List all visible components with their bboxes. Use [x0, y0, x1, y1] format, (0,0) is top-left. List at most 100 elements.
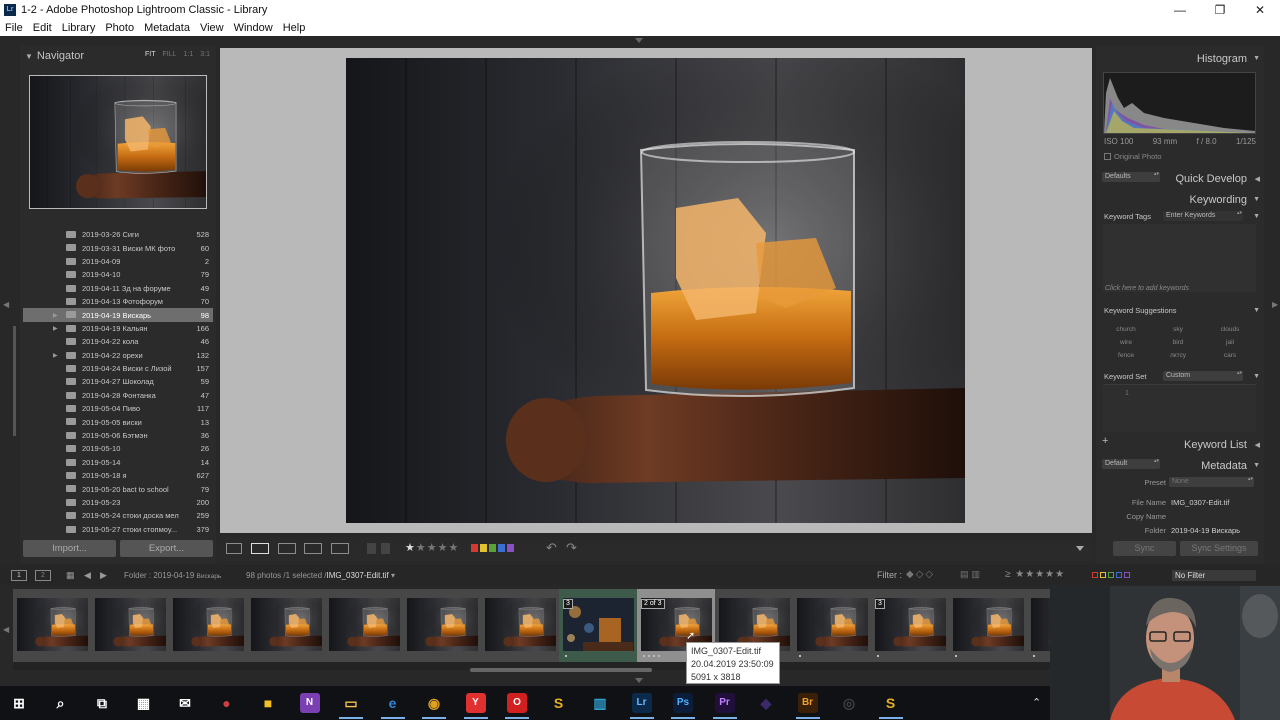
keyword-tags-triangle-icon[interactable]: ▼ — [1253, 213, 1260, 220]
taskbar-task-view-icon[interactable]: ⧉ — [92, 693, 112, 713]
keyword-suggestion[interactable]: bird — [1153, 339, 1203, 346]
taskbar-onenote-icon[interactable]: N — [299, 693, 320, 713]
collapse-triangle-icon[interactable]: ▼ — [1253, 462, 1260, 469]
folder-row[interactable]: 2019-05-20 bact to school 79 — [23, 482, 213, 495]
zoom-fit[interactable]: FIT — [145, 51, 156, 58]
filmstrip-scrollbar[interactable] — [470, 668, 652, 672]
star-rest-icon[interactable]: ★★★★ — [416, 542, 459, 554]
filmstrip-thumbnail[interactable] — [481, 589, 559, 662]
grid-icon[interactable]: ▦ — [66, 570, 75, 581]
collapse-triangle-icon[interactable]: ▼ — [1253, 55, 1260, 62]
folder-row[interactable]: 2019-05-23 200 — [23, 496, 213, 509]
folder-path[interactable]: Folder : 2019-04-19 Вискарь — [124, 571, 221, 580]
keyword-set-triangle-icon[interactable]: ▼ — [1253, 373, 1260, 380]
sync-button[interactable]: Sync — [1113, 541, 1176, 556]
folder-row[interactable]: 2019-04-09 2 — [23, 255, 213, 268]
right-panel-toggle-icon[interactable]: ▶ — [1272, 300, 1278, 309]
keyword-suggestion[interactable]: cars — [1205, 352, 1255, 359]
secondary-window-button[interactable]: 2 — [35, 570, 51, 581]
preset-select[interactable]: None — [1169, 477, 1254, 487]
stack-badge[interactable]: 2 of 3 — [641, 599, 665, 609]
color-filter[interactable] — [1092, 572, 1130, 578]
taskbar-sticky-notes-icon[interactable]: ■ — [258, 693, 278, 713]
color-label-swatch[interactable] — [489, 544, 496, 552]
menu-view[interactable]: View — [200, 22, 224, 34]
export-button[interactable]: Export... — [120, 540, 213, 557]
folder-row[interactable]: 2019-04-13 Фотофорум 70 — [23, 295, 213, 308]
left-panel-toggle-icon[interactable]: ◀ — [3, 300, 9, 309]
collapse-triangle-icon[interactable]: ▼ — [1253, 196, 1260, 203]
color-label-swatch[interactable] — [471, 544, 478, 552]
color-filter-swatch[interactable] — [1108, 572, 1114, 578]
keyword-suggestion[interactable]: church — [1101, 326, 1151, 333]
toolbar-content-dropdown-icon[interactable] — [1076, 546, 1084, 551]
folder-row[interactable]: 2019-04-27 Шоколад 59 — [23, 375, 213, 388]
compare-view-icon[interactable] — [278, 543, 296, 554]
taskbar-app-s2-icon[interactable]: S — [881, 693, 901, 713]
people-view-icon[interactable] — [331, 543, 349, 554]
histogram-header[interactable]: Histogram ▼ — [1096, 49, 1264, 69]
expand-triangle-icon[interactable]: ◀ — [1255, 175, 1260, 183]
taskbar-app-s-icon[interactable]: S — [549, 693, 569, 713]
taskbar-bridge-icon[interactable]: Br — [797, 693, 818, 713]
flag-pick-icon[interactable] — [367, 543, 376, 554]
keyword-suggestion[interactable]: wire — [1101, 339, 1151, 346]
primary-window-button[interactable]: 1 — [11, 570, 27, 581]
main-photo[interactable] — [346, 58, 965, 523]
folder-row[interactable]: 2019-04-24 Виски с Лизой 157 — [23, 362, 213, 375]
flag-filter-icons[interactable]: ◆◇◇ — [906, 569, 935, 580]
keyword-set-grid[interactable]: 1 — [1103, 384, 1256, 432]
top-panel-toggle-icon[interactable] — [635, 38, 643, 43]
keyword-list-header[interactable]: Keyword List ◀ — [1096, 435, 1264, 455]
color-label-swatch[interactable] — [498, 544, 505, 552]
taskbar-calendar-icon[interactable]: ▦ — [134, 693, 154, 713]
maximize-button[interactable]: ❐ — [1200, 0, 1240, 20]
filmstrip-thumbnail[interactable]: 3 — [871, 589, 949, 662]
filmstrip-thumbnail[interactable] — [793, 589, 871, 662]
taskbar-app-chart-icon[interactable]: ▥ — [590, 693, 610, 713]
color-label-swatch[interactable] — [480, 544, 487, 552]
loupe-view-icon[interactable] — [251, 543, 269, 554]
taskbar-mail-icon[interactable]: ✉ — [175, 693, 195, 713]
menu-window[interactable]: Window — [234, 22, 273, 34]
keyword-suggestion[interactable]: sky — [1153, 326, 1203, 333]
back-arrow-icon[interactable]: ◀ — [84, 570, 91, 581]
keyword-suggestion[interactable]: jail — [1205, 339, 1255, 346]
close-button[interactable]: ✕ — [1240, 0, 1280, 20]
original-photo-toggle[interactable]: Original Photo — [1104, 152, 1162, 161]
quick-develop-header[interactable]: Quick Develop ◀ — [1096, 169, 1264, 189]
folder-row[interactable]: 2019-04-22 кола 46 — [23, 335, 213, 348]
filmstrip-left-icon[interactable]: ◀ — [3, 625, 9, 634]
star-1-icon[interactable]: ★ — [405, 542, 416, 554]
menu-library[interactable]: Library — [62, 22, 96, 34]
keyword-entry-box[interactable] — [1103, 224, 1256, 292]
folder-row[interactable]: ▶ 2019-04-19 Вискарь 98 — [23, 308, 213, 322]
folder-row[interactable]: 2019-04-28 Фонтанка 47 — [23, 389, 213, 402]
filter-preset-select[interactable]: No Filter — [1172, 570, 1256, 581]
checkbox-icon[interactable] — [1104, 153, 1111, 160]
photo-count[interactable]: 98 photos /1 selected /IMG_0307-Edit.tif… — [246, 571, 395, 580]
taskbar-opera-icon[interactable]: O — [507, 693, 527, 713]
taskbar-windows-logo-icon[interactable]: ⊞ — [9, 693, 29, 713]
navigator-header[interactable]: ▼ Navigator FIT FILL 1:1 3:1 — [20, 46, 216, 66]
suggestions-triangle-icon[interactable]: ▼ — [1253, 307, 1260, 314]
taskbar-file-explorer-icon[interactable]: ▭ — [341, 693, 361, 713]
filmstrip-thumbnail[interactable]: 3 — [559, 589, 637, 662]
folder-row[interactable]: 2019-03-26 Сиги 528 — [23, 228, 213, 241]
minimize-button[interactable]: — — [1160, 0, 1200, 20]
taskbar-search-icon[interactable]: ⌕ — [51, 693, 71, 713]
rotate-left-icon[interactable]: ↶ — [546, 540, 557, 556]
folder-row[interactable]: 2019-05-10 26 — [23, 442, 213, 455]
folder-row[interactable]: ▶ 2019-04-19 Кальян 166 — [23, 322, 213, 335]
filmstrip-thumbnail[interactable] — [13, 589, 91, 662]
taskbar-app-record-icon[interactable]: ● — [217, 693, 237, 713]
taskbar-lightroom-icon[interactable]: Lr — [631, 693, 652, 713]
folder-row[interactable]: 2019-05-06 Бэтмэн 36 — [23, 429, 213, 442]
filmstrip-thumbnail[interactable] — [325, 589, 403, 662]
folder-row[interactable]: 2019-05-18 я 627 — [23, 469, 213, 482]
taskbar-chrome-icon[interactable]: ◉ — [424, 693, 444, 713]
dropdown-triangle-icon[interactable]: ▾ — [391, 571, 395, 580]
stack-badge[interactable]: 3 — [563, 599, 573, 609]
color-filter-swatch[interactable] — [1100, 572, 1106, 578]
color-filter-swatch[interactable] — [1092, 572, 1098, 578]
